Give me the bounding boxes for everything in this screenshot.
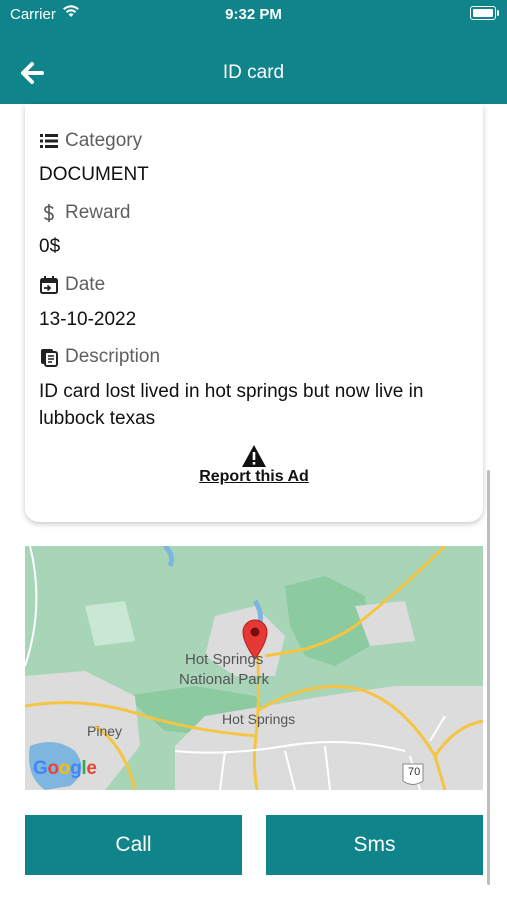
highway-shield-label: 70 — [408, 766, 421, 778]
reward-label: Reward — [65, 202, 131, 223]
details-card: Category DOCUMENT Reward 0$ Date 13-10-2… — [25, 104, 483, 522]
call-button[interactable]: Call — [25, 815, 242, 875]
status-time: 9:32 PM — [225, 6, 282, 23]
map-canvas — [25, 546, 483, 790]
date-label: Date — [65, 274, 106, 295]
map-label-hot-springs-city: Hot Springs — [222, 711, 296, 727]
warning-icon — [242, 445, 266, 467]
dollar-icon — [43, 204, 54, 222]
google-logo: Google — [33, 758, 97, 779]
map-label-piney: Piney — [87, 723, 123, 739]
status-bar: Carrier 9:32 PM — [0, 0, 507, 28]
description-label: Description — [65, 346, 161, 367]
location-map[interactable]: Hot Springs National Park Hot Springs Pi… — [25, 546, 483, 790]
report-ad[interactable]: Report this Ad — [25, 444, 483, 486]
map-label-national-park: National Park — [179, 671, 270, 688]
description-value: ID card lost lived in hot springs but no… — [39, 381, 424, 429]
scrollbar[interactable] — [487, 470, 490, 885]
sms-button[interactable]: Sms — [266, 815, 483, 875]
date-value: 13-10-2022 — [39, 309, 137, 330]
battery-icon — [470, 6, 499, 20]
reward-label-row: Reward — [39, 202, 130, 224]
report-ad-link[interactable]: Report this Ad — [199, 468, 309, 485]
calendar-icon — [40, 276, 58, 294]
app-header: Carrier 9:32 PM ID card — [0, 0, 507, 104]
date-label-row: Date — [39, 274, 105, 296]
category-label: Category — [65, 130, 143, 151]
notes-icon — [41, 349, 58, 367]
page-title: ID card — [222, 62, 285, 83]
category-label-row: Category — [39, 130, 142, 152]
reward-value: 0$ — [39, 236, 61, 257]
list-icon — [40, 134, 58, 148]
category-value: DOCUMENT — [39, 164, 149, 185]
description-label-row: Description — [39, 346, 160, 368]
map-label-hot-springs-np: Hot Springs — [185, 651, 264, 668]
